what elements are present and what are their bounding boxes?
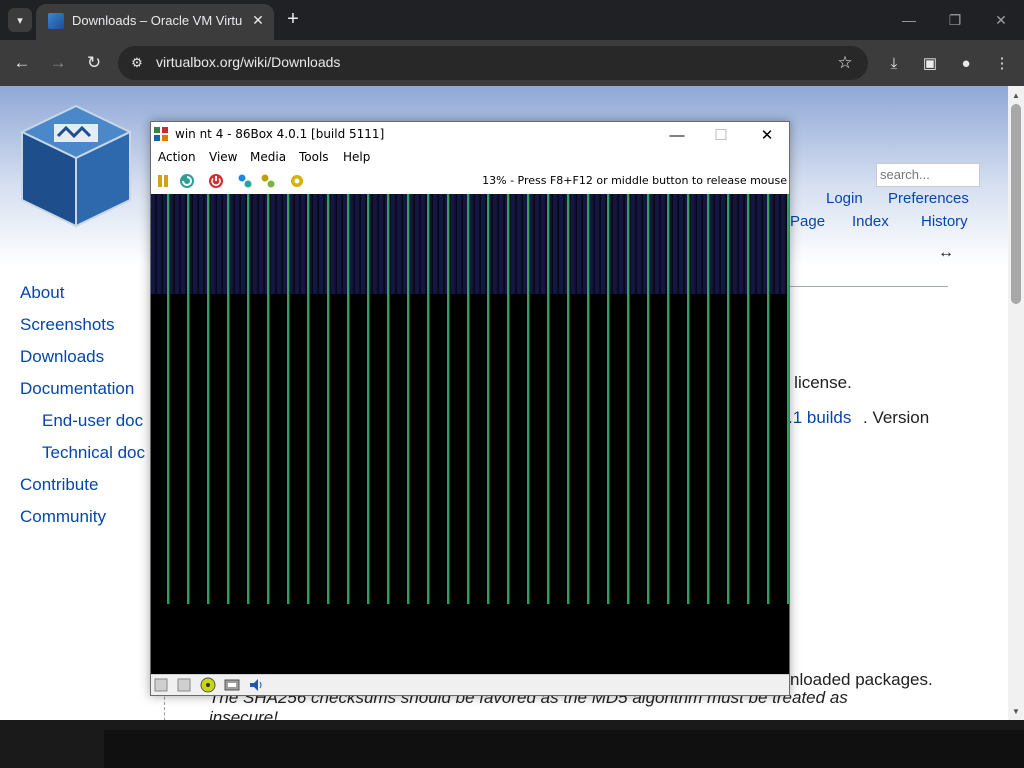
sidebar-item-about[interactable]: About bbox=[20, 283, 64, 303]
vm-status-message: 13% - Press F8+F12 or middle button to r… bbox=[482, 174, 787, 187]
browser-tab-strip: ▾ Downloads – Oracle VM VirtualBox ✕ + —… bbox=[0, 0, 1024, 40]
back-button[interactable]: ← bbox=[10, 51, 34, 75]
vm-menubar: Action View Media Tools Help bbox=[151, 148, 789, 168]
vm-statusbar bbox=[151, 674, 789, 695]
login-link[interactable]: Login bbox=[826, 190, 863, 207]
page-link[interactable]: Page bbox=[790, 213, 825, 230]
url-text[interactable]: virtualbox.org/wiki/Downloads bbox=[156, 54, 340, 70]
profile-icon[interactable]: ● bbox=[954, 51, 978, 75]
browser-tab[interactable]: Downloads – Oracle VM VirtualBox ✕ bbox=[36, 4, 274, 40]
virtualbox-favicon-icon bbox=[48, 13, 64, 29]
history-link[interactable]: History bbox=[921, 213, 968, 230]
86box-app-icon bbox=[154, 127, 168, 141]
menu-tools[interactable]: Tools bbox=[299, 150, 329, 164]
window-restore-button[interactable]: ❐ bbox=[943, 8, 967, 32]
floppy-b-icon[interactable] bbox=[175, 677, 193, 693]
scroll-down-arrow-icon[interactable]: ▼ bbox=[1008, 702, 1024, 720]
license-text: e license. bbox=[780, 373, 852, 392]
cdrom-icon[interactable] bbox=[199, 677, 217, 693]
sha-note-line-2: insecure! bbox=[209, 708, 278, 720]
sidebar-item-end-user-docs[interactable]: End-user doc bbox=[42, 411, 143, 431]
sound-icon[interactable] bbox=[247, 677, 265, 693]
ctrl-alt-esc-icon[interactable] bbox=[258, 171, 278, 191]
menu-view[interactable]: View bbox=[209, 150, 237, 164]
tab-title: Downloads – Oracle VM VirtualBox bbox=[72, 13, 242, 28]
pause-icon[interactable] bbox=[153, 171, 173, 191]
86box-window[interactable]: win nt 4 - 86Box 4.0.1 [build 5111] — ☐ … bbox=[150, 121, 790, 696]
tab-search-chevron-icon[interactable]: ▾ bbox=[8, 8, 32, 32]
sidebar-item-documentation[interactable]: Documentation bbox=[20, 379, 134, 399]
scroll-up-arrow-icon[interactable]: ▲ bbox=[1008, 86, 1024, 104]
taskbar-strip bbox=[104, 730, 1024, 768]
power-icon[interactable] bbox=[206, 171, 226, 191]
site-info-icon[interactable]: ⚙ bbox=[128, 54, 146, 72]
reset-icon[interactable] bbox=[177, 171, 197, 191]
window-minimize-button[interactable]: — bbox=[897, 8, 921, 32]
vm-minimize-button[interactable]: — bbox=[657, 124, 697, 146]
sidebar-item-screenshots[interactable]: Screenshots bbox=[20, 315, 115, 335]
vm-emulated-display[interactable] bbox=[151, 194, 789, 674]
network-icon[interactable] bbox=[223, 677, 241, 693]
divider bbox=[790, 286, 948, 287]
vm-close-button[interactable]: ✕ bbox=[747, 124, 787, 146]
vm-toolbar: 13% - Press F8+F12 or middle button to r… bbox=[151, 168, 789, 194]
forward-button[interactable]: → bbox=[46, 51, 70, 75]
sidebar-item-downloads[interactable]: Downloads bbox=[20, 347, 104, 367]
new-tab-button[interactable]: + bbox=[282, 8, 304, 30]
expand-arrow-icon[interactable]: ↔ bbox=[938, 244, 954, 262]
side-panel-icon[interactable]: ▣ bbox=[918, 51, 942, 75]
tab-close-icon[interactable]: ✕ bbox=[248, 10, 268, 30]
page-scrollbar[interactable]: ▲ ▼ bbox=[1008, 86, 1024, 720]
vm-titlebar[interactable]: win nt 4 - 86Box 4.0.1 [build 5111] — ☐ … bbox=[151, 122, 789, 148]
scroll-thumb[interactable] bbox=[1011, 104, 1021, 304]
bookmark-star-icon[interactable]: ☆ bbox=[834, 52, 856, 74]
menu-help[interactable]: Help bbox=[343, 150, 370, 164]
vm-maximize-button[interactable]: ☐ bbox=[701, 124, 741, 146]
display-stripes bbox=[151, 194, 789, 604]
version-text: . Version bbox=[863, 408, 930, 427]
wiki-search-input[interactable]: search... bbox=[876, 163, 980, 187]
index-link[interactable]: Index bbox=[852, 213, 889, 230]
menu-media[interactable]: Media bbox=[250, 150, 286, 164]
preferences-link[interactable]: Preferences bbox=[888, 190, 969, 207]
menu-action[interactable]: Action bbox=[158, 150, 196, 164]
vm-window-title: win nt 4 - 86Box 4.0.1 [build 5111] bbox=[175, 127, 385, 141]
reload-button[interactable]: ↻ bbox=[82, 51, 106, 75]
virtualbox-logo-icon[interactable] bbox=[18, 102, 134, 232]
floppy-a-icon[interactable] bbox=[152, 677, 170, 693]
menu-icon[interactable]: ⋮ bbox=[990, 51, 1014, 75]
browser-toolbar: ← → ↻ ⚙ virtualbox.org/wiki/Downloads ☆ … bbox=[0, 40, 1024, 86]
sidebar-item-contribute[interactable]: Contribute bbox=[20, 475, 98, 495]
window-close-button[interactable]: ✕ bbox=[989, 8, 1013, 32]
sidebar-item-community[interactable]: Community bbox=[20, 507, 106, 527]
builds-link[interactable]: .1 builds bbox=[788, 408, 851, 428]
settings-icon[interactable] bbox=[287, 171, 307, 191]
address-bar[interactable]: ⚙ virtualbox.org/wiki/Downloads ☆ bbox=[118, 46, 868, 80]
ctrl-alt-del-icon[interactable] bbox=[235, 171, 255, 191]
download-icon[interactable]: ⤓ bbox=[882, 51, 906, 75]
sidebar-item-technical-docs[interactable]: Technical doc bbox=[42, 443, 145, 463]
